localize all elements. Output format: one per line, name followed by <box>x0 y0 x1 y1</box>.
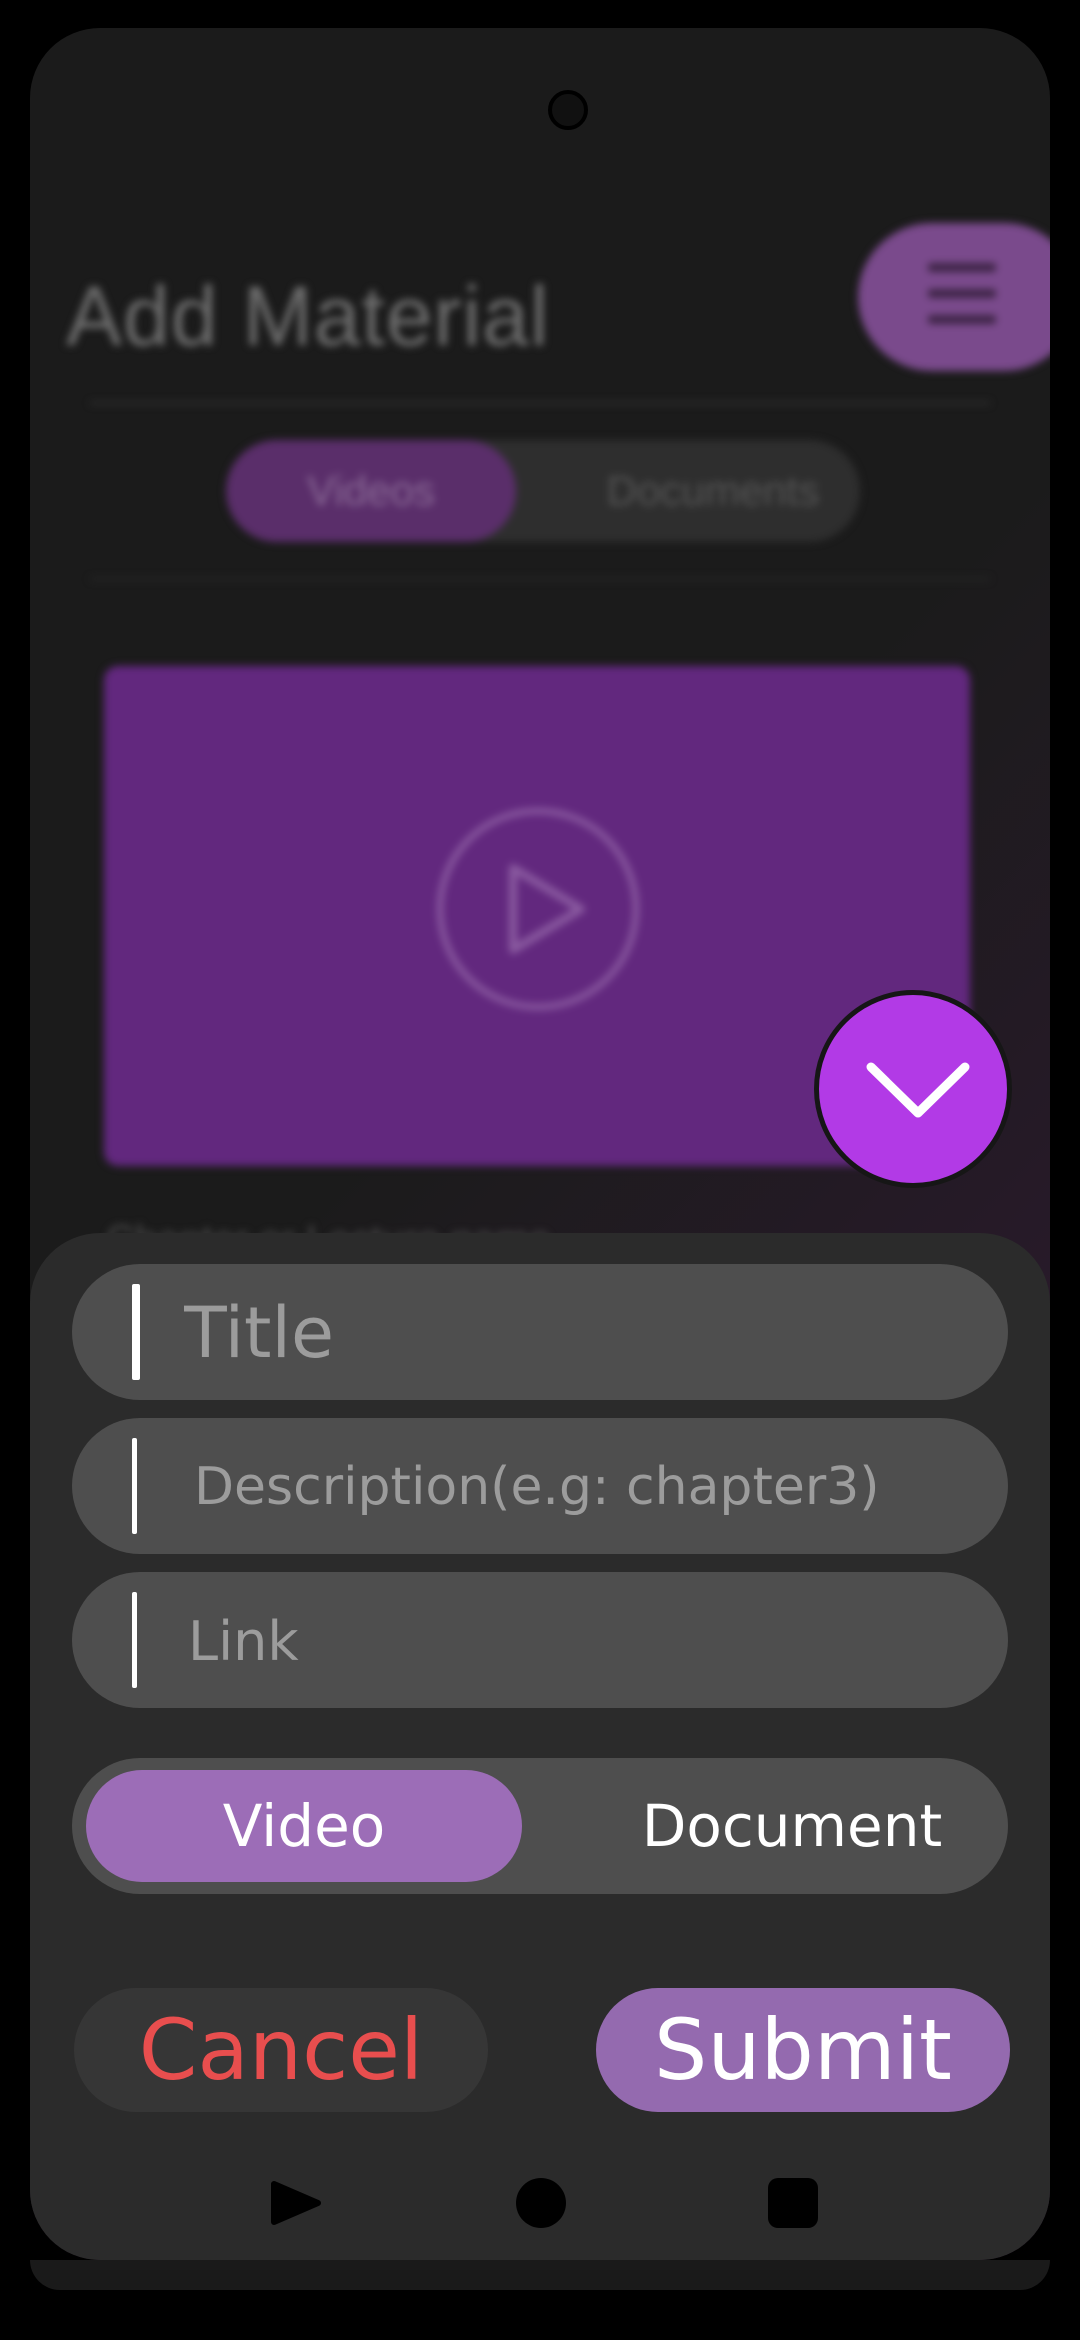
type-option-document[interactable]: Document <box>612 1758 972 1894</box>
tab-documents[interactable]: Documents <box>566 440 860 542</box>
chevron-down-icon <box>866 1062 970 1118</box>
description-field[interactable] <box>72 1418 1008 1556</box>
cancel-button[interactable]: Cancel <box>74 1988 488 2112</box>
title-field[interactable] <box>72 1264 1008 1402</box>
text-cursor <box>132 1284 140 1380</box>
tabs-divider <box>90 578 990 580</box>
collapse-fab-button[interactable] <box>814 990 1012 1188</box>
link-field[interactable] <box>72 1572 1008 1710</box>
page-title: Add Material <box>66 269 550 363</box>
back-triangle-icon[interactable] <box>266 2158 326 2248</box>
text-cursor <box>132 1438 137 1534</box>
text-cursor <box>132 1592 137 1688</box>
menu-button[interactable] <box>858 223 1050 371</box>
link-input[interactable] <box>186 1572 990 1710</box>
home-circle-icon[interactable] <box>516 2178 566 2228</box>
title-input[interactable] <box>182 1264 986 1402</box>
play-circle-icon <box>437 808 639 1010</box>
front-camera <box>548 90 588 130</box>
header-divider <box>90 402 990 404</box>
material-type-toggle: Video Document <box>72 1758 1008 1894</box>
device-bezel <box>30 2260 1050 2290</box>
description-input[interactable] <box>192 1418 996 1556</box>
system-nav-bar <box>30 2158 1050 2248</box>
recents-square-icon[interactable] <box>768 2178 818 2228</box>
tab-videos[interactable]: Videos <box>226 440 516 542</box>
hamburger-icon <box>928 263 996 341</box>
material-tabs: Videos Documents <box>226 440 860 542</box>
screen: Add Material Videos Documents Chapter or… <box>30 28 1050 2260</box>
submit-button[interactable]: Submit <box>596 1988 1010 2112</box>
type-option-video[interactable]: Video <box>86 1770 522 1882</box>
